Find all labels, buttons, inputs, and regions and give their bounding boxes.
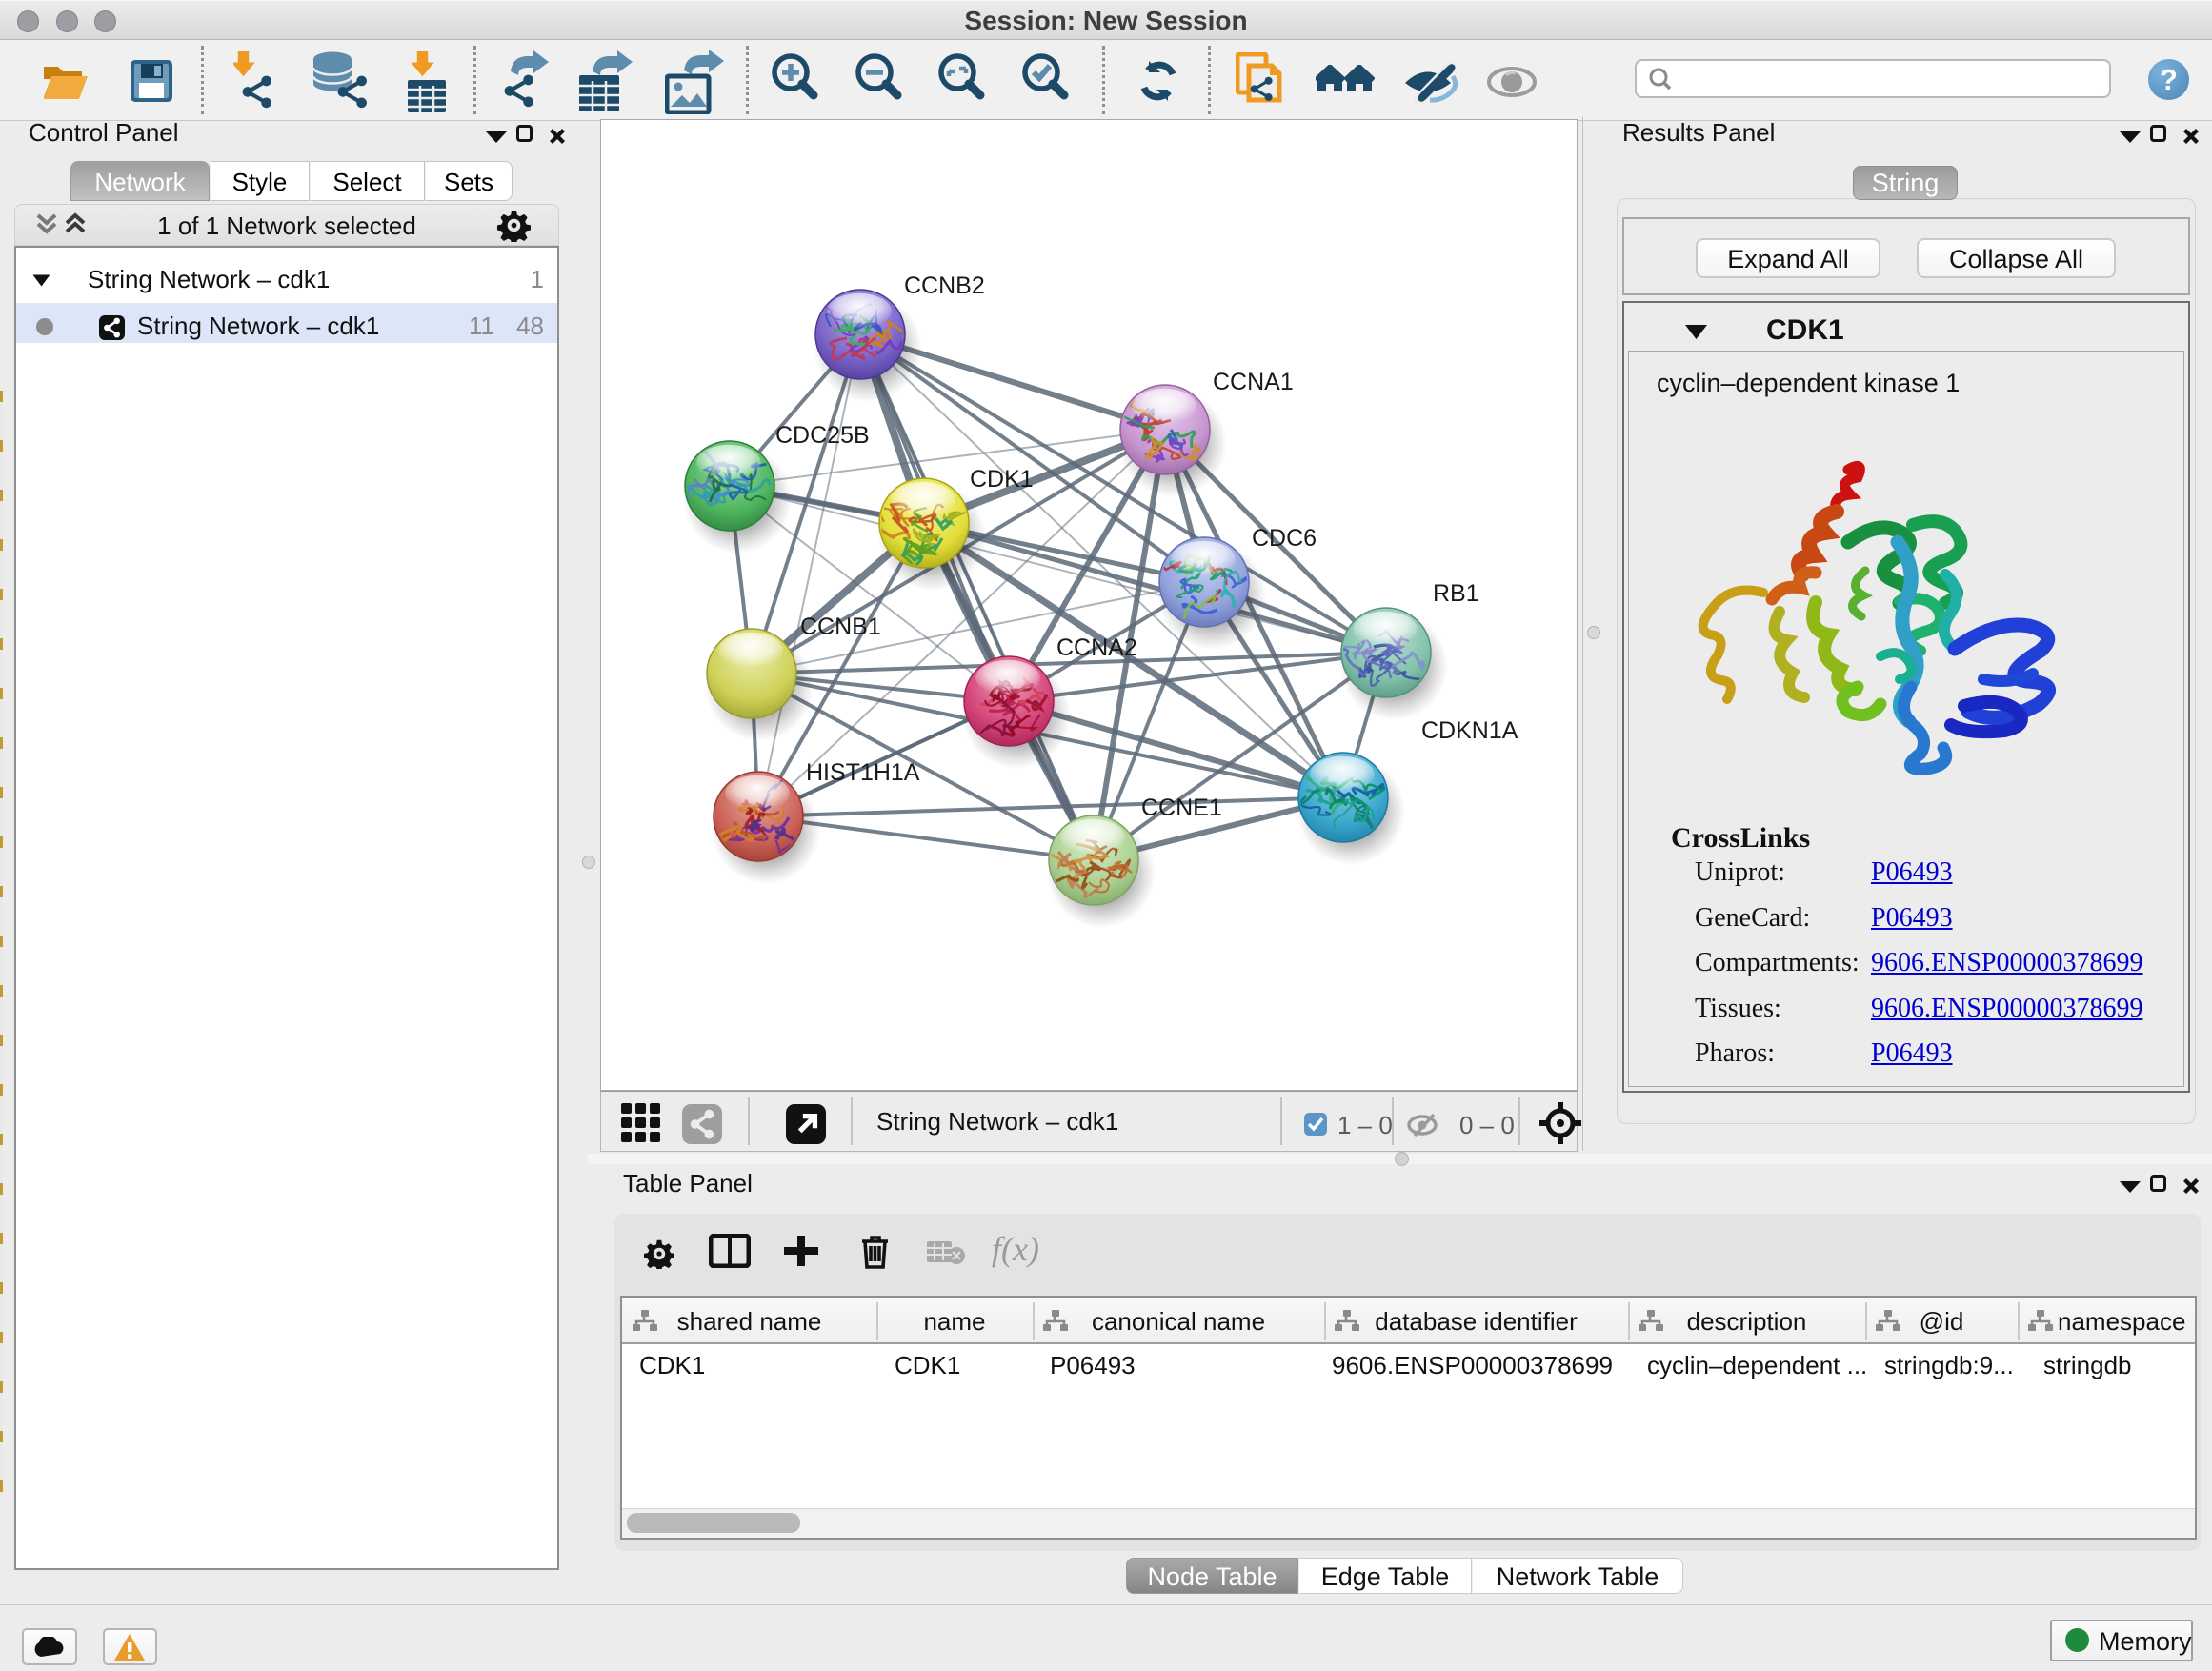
- svg-text:CCNA2: CCNA2: [1056, 634, 1137, 661]
- svg-text:CCNA1: CCNA1: [1213, 369, 1294, 395]
- svg-text:CDC25B: CDC25B: [775, 422, 870, 449]
- svg-text:HIST1H1A: HIST1H1A: [806, 759, 920, 786]
- svg-text:CCNE1: CCNE1: [1141, 795, 1222, 821]
- svg-text:CCNB1: CCNB1: [800, 614, 881, 640]
- svg-text:CDK1: CDK1: [970, 466, 1034, 493]
- svg-text:RB1: RB1: [1433, 580, 1479, 607]
- svg-text:CDKN1A: CDKN1A: [1421, 717, 1518, 744]
- svg-text:CDC6: CDC6: [1252, 525, 1317, 552]
- svg-text:CCNB2: CCNB2: [904, 272, 985, 299]
